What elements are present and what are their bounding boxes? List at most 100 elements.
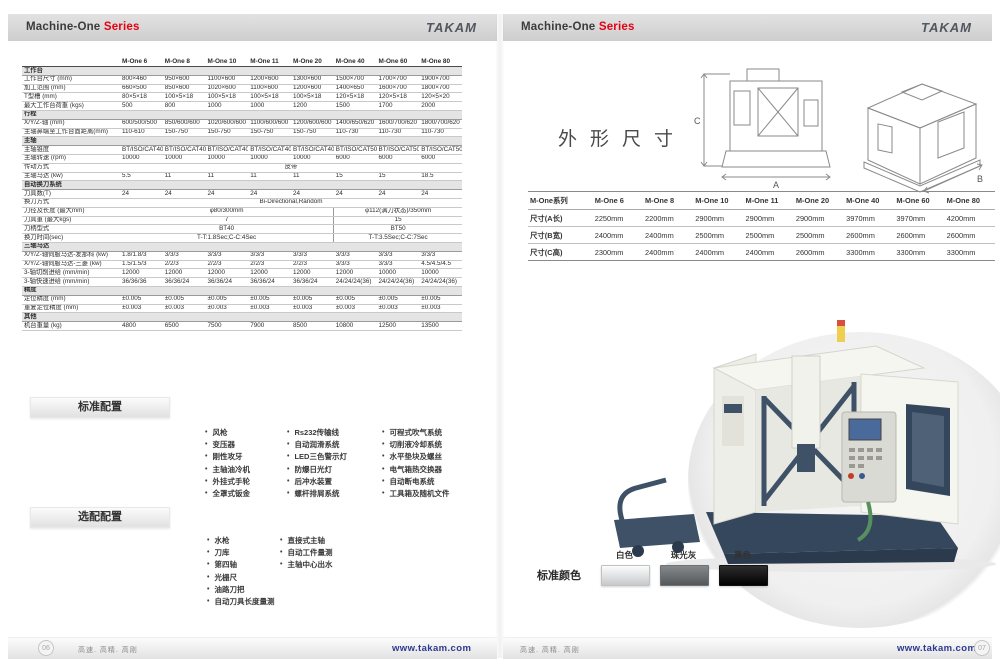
- spec-cell: 950×600: [163, 75, 206, 84]
- spec-cell: 150-750: [248, 128, 291, 137]
- dims-col-header: M-One 6: [593, 192, 643, 210]
- list-item-label: 风枪: [212, 429, 227, 437]
- spec-cell: 150-750: [291, 128, 334, 137]
- spec-row-label: X/Y/Z-轴 (mm): [22, 119, 120, 128]
- list-item: •刚性攻牙: [205, 453, 250, 461]
- spec-cell: 12000: [206, 269, 249, 278]
- spec-row-label: 刀柄型式: [22, 225, 120, 234]
- spec-cell: 3/3/3: [334, 251, 377, 260]
- standard-config-heading: 标准配置: [30, 397, 170, 418]
- bullet-icon: •: [287, 490, 289, 498]
- table-row: 3-轴快速进给 (mm/min)36/36/3636/36/2436/36/24…: [22, 278, 462, 287]
- spec-cell: 1200: [291, 102, 334, 111]
- list-item: •主轴油冷机: [205, 466, 250, 474]
- spec-cell: 4800: [120, 322, 163, 331]
- bullet-icon: •: [205, 441, 207, 449]
- list-item: •第四轴: [207, 561, 274, 569]
- spec-cell: 500: [120, 102, 163, 111]
- list-item-label: 刀库: [214, 549, 229, 557]
- spec-cell: 10000: [419, 269, 462, 278]
- dimensions-table: M-One系列M-One 6M-One 8M-One 10M-One 11M-O…: [528, 191, 995, 261]
- bullet-icon: •: [207, 549, 209, 557]
- spec-cell: 100×5×18: [291, 93, 334, 102]
- spec-cell: 1000: [206, 102, 249, 111]
- page-gutter: [495, 14, 505, 658]
- spec-cell: 1.5/1.5/3: [120, 260, 163, 269]
- spec-cell: 15: [334, 216, 462, 225]
- dims-cell: 2300mm: [593, 244, 643, 261]
- spec-cell: 10000: [120, 154, 163, 163]
- dims-col-header: M-One 10: [693, 192, 743, 210]
- spec-cell: 36/36/24: [163, 278, 206, 287]
- spec-cell: 1500×700: [334, 75, 377, 84]
- spec-cell: ±0.005: [291, 295, 334, 304]
- optional-config-list-1: •水枪•刀库•第四轴•光栅尺•油路刀把•自动刀具长度量测: [207, 537, 274, 610]
- spec-cell: 110-730: [334, 128, 377, 137]
- spec-cell: 1020×600: [206, 84, 249, 93]
- spec-cell: 18.5: [419, 172, 462, 181]
- bullet-icon: •: [287, 441, 289, 449]
- spec-cell: 1020/600/600: [206, 119, 249, 128]
- spec-row-label: 换刀时间(sec): [22, 234, 120, 243]
- list-item: • 螺杆排屑系统: [287, 490, 347, 498]
- table-row: 主轴鼻端至工作台面距离(mm)110-610150-750150-750150-…: [22, 128, 462, 137]
- table-row: 重复定位精度 (mm)±0.003±0.003±0.003±0.003±0.00…: [22, 304, 462, 313]
- color-swatch: 珠光灰: [660, 549, 707, 586]
- spec-row-label: 传动方式: [22, 163, 120, 172]
- spec-cell: 12000: [291, 269, 334, 278]
- spec-cell: 1700×700: [377, 75, 420, 84]
- list-item: •防爆日光灯: [287, 466, 347, 474]
- spec-cell: 12000: [248, 269, 291, 278]
- list-item-label: 后冲水装置: [294, 478, 332, 486]
- spec-section-row: 三轴马达: [22, 242, 462, 251]
- isometric-view-drawing: B: [850, 70, 990, 195]
- takam-logo: TAKAM: [426, 14, 477, 41]
- series-accent: Series: [104, 21, 140, 33]
- list-item: •Rs232传输线: [287, 429, 347, 437]
- spec-cell: 3/3/3: [377, 260, 420, 269]
- list-item-label: 切削液冷却系统: [389, 441, 442, 449]
- spec-row-label: 重复定位精度 (mm): [22, 304, 120, 313]
- dims-row-label: 尺寸(C高): [528, 244, 593, 261]
- spec-cell: 1600×700: [377, 84, 420, 93]
- dims-cell: 3970mm: [894, 210, 944, 227]
- spec-col-header: M-One 20: [291, 57, 334, 67]
- spec-cell: 15: [377, 172, 420, 181]
- spec-col-header: [22, 57, 120, 67]
- list-item: •水枪: [207, 537, 274, 545]
- color-swatch-box: [660, 565, 709, 586]
- list-item-label: 水平垫块及螺丝: [389, 453, 442, 461]
- dims-col-header: M-One 11: [744, 192, 794, 210]
- list-item-label: 螺杆排屑系统: [294, 490, 339, 498]
- spec-cell: 850×600: [163, 84, 206, 93]
- spec-row-label: 3-轴切削进给 (mm/min): [22, 269, 120, 278]
- table-row: 最大工作台荷重 (kgs)500800100010001200150017002…: [22, 102, 462, 111]
- spec-cell: ±0.005: [377, 295, 420, 304]
- spec-cell: 800: [163, 102, 206, 111]
- series-name: Machine-One: [521, 21, 595, 33]
- dims-cell: 3300mm: [844, 244, 894, 261]
- spec-cell: 24: [419, 190, 462, 199]
- spec-section-title: 行程: [22, 110, 462, 119]
- dims-cell: 2400mm: [744, 244, 794, 261]
- spec-cell: 1400×650: [334, 84, 377, 93]
- spec-cell: ±0.005: [206, 295, 249, 304]
- spec-cell: T-T:1.8Sec;C-C:4Sec: [120, 234, 334, 243]
- spec-cell: ±0.003: [419, 304, 462, 313]
- list-item-label: 刚性攻牙: [212, 453, 242, 461]
- spec-cell: 660×500: [120, 84, 163, 93]
- spec-cell: 2/2/3: [206, 260, 249, 269]
- list-item-label: 自动润滑系统: [294, 441, 339, 449]
- spec-cell: 24: [248, 190, 291, 199]
- list-item: •后冲水装置: [287, 478, 347, 486]
- table-row: 尺寸(B宽)2400mm2400mm2500mm2500mm2500mm2600…: [528, 227, 995, 244]
- dims-col-header: M-One 80: [945, 192, 995, 210]
- bullet-icon: •: [287, 453, 289, 461]
- dims-cell: 2900mm: [744, 210, 794, 227]
- dims-col-header: M-One系列: [528, 192, 593, 210]
- list-item-label: Rs232传输线: [294, 429, 339, 437]
- spec-header-row: M-One 6M-One 8M-One 10M-One 11M-One 20M-…: [22, 57, 462, 67]
- spec-cell: 3/3/3: [291, 251, 334, 260]
- spec-row-label: X/Y/Z-轴伺服马达-三菱 (kw): [22, 260, 120, 269]
- spec-cell: 24/24/24(36): [377, 278, 420, 287]
